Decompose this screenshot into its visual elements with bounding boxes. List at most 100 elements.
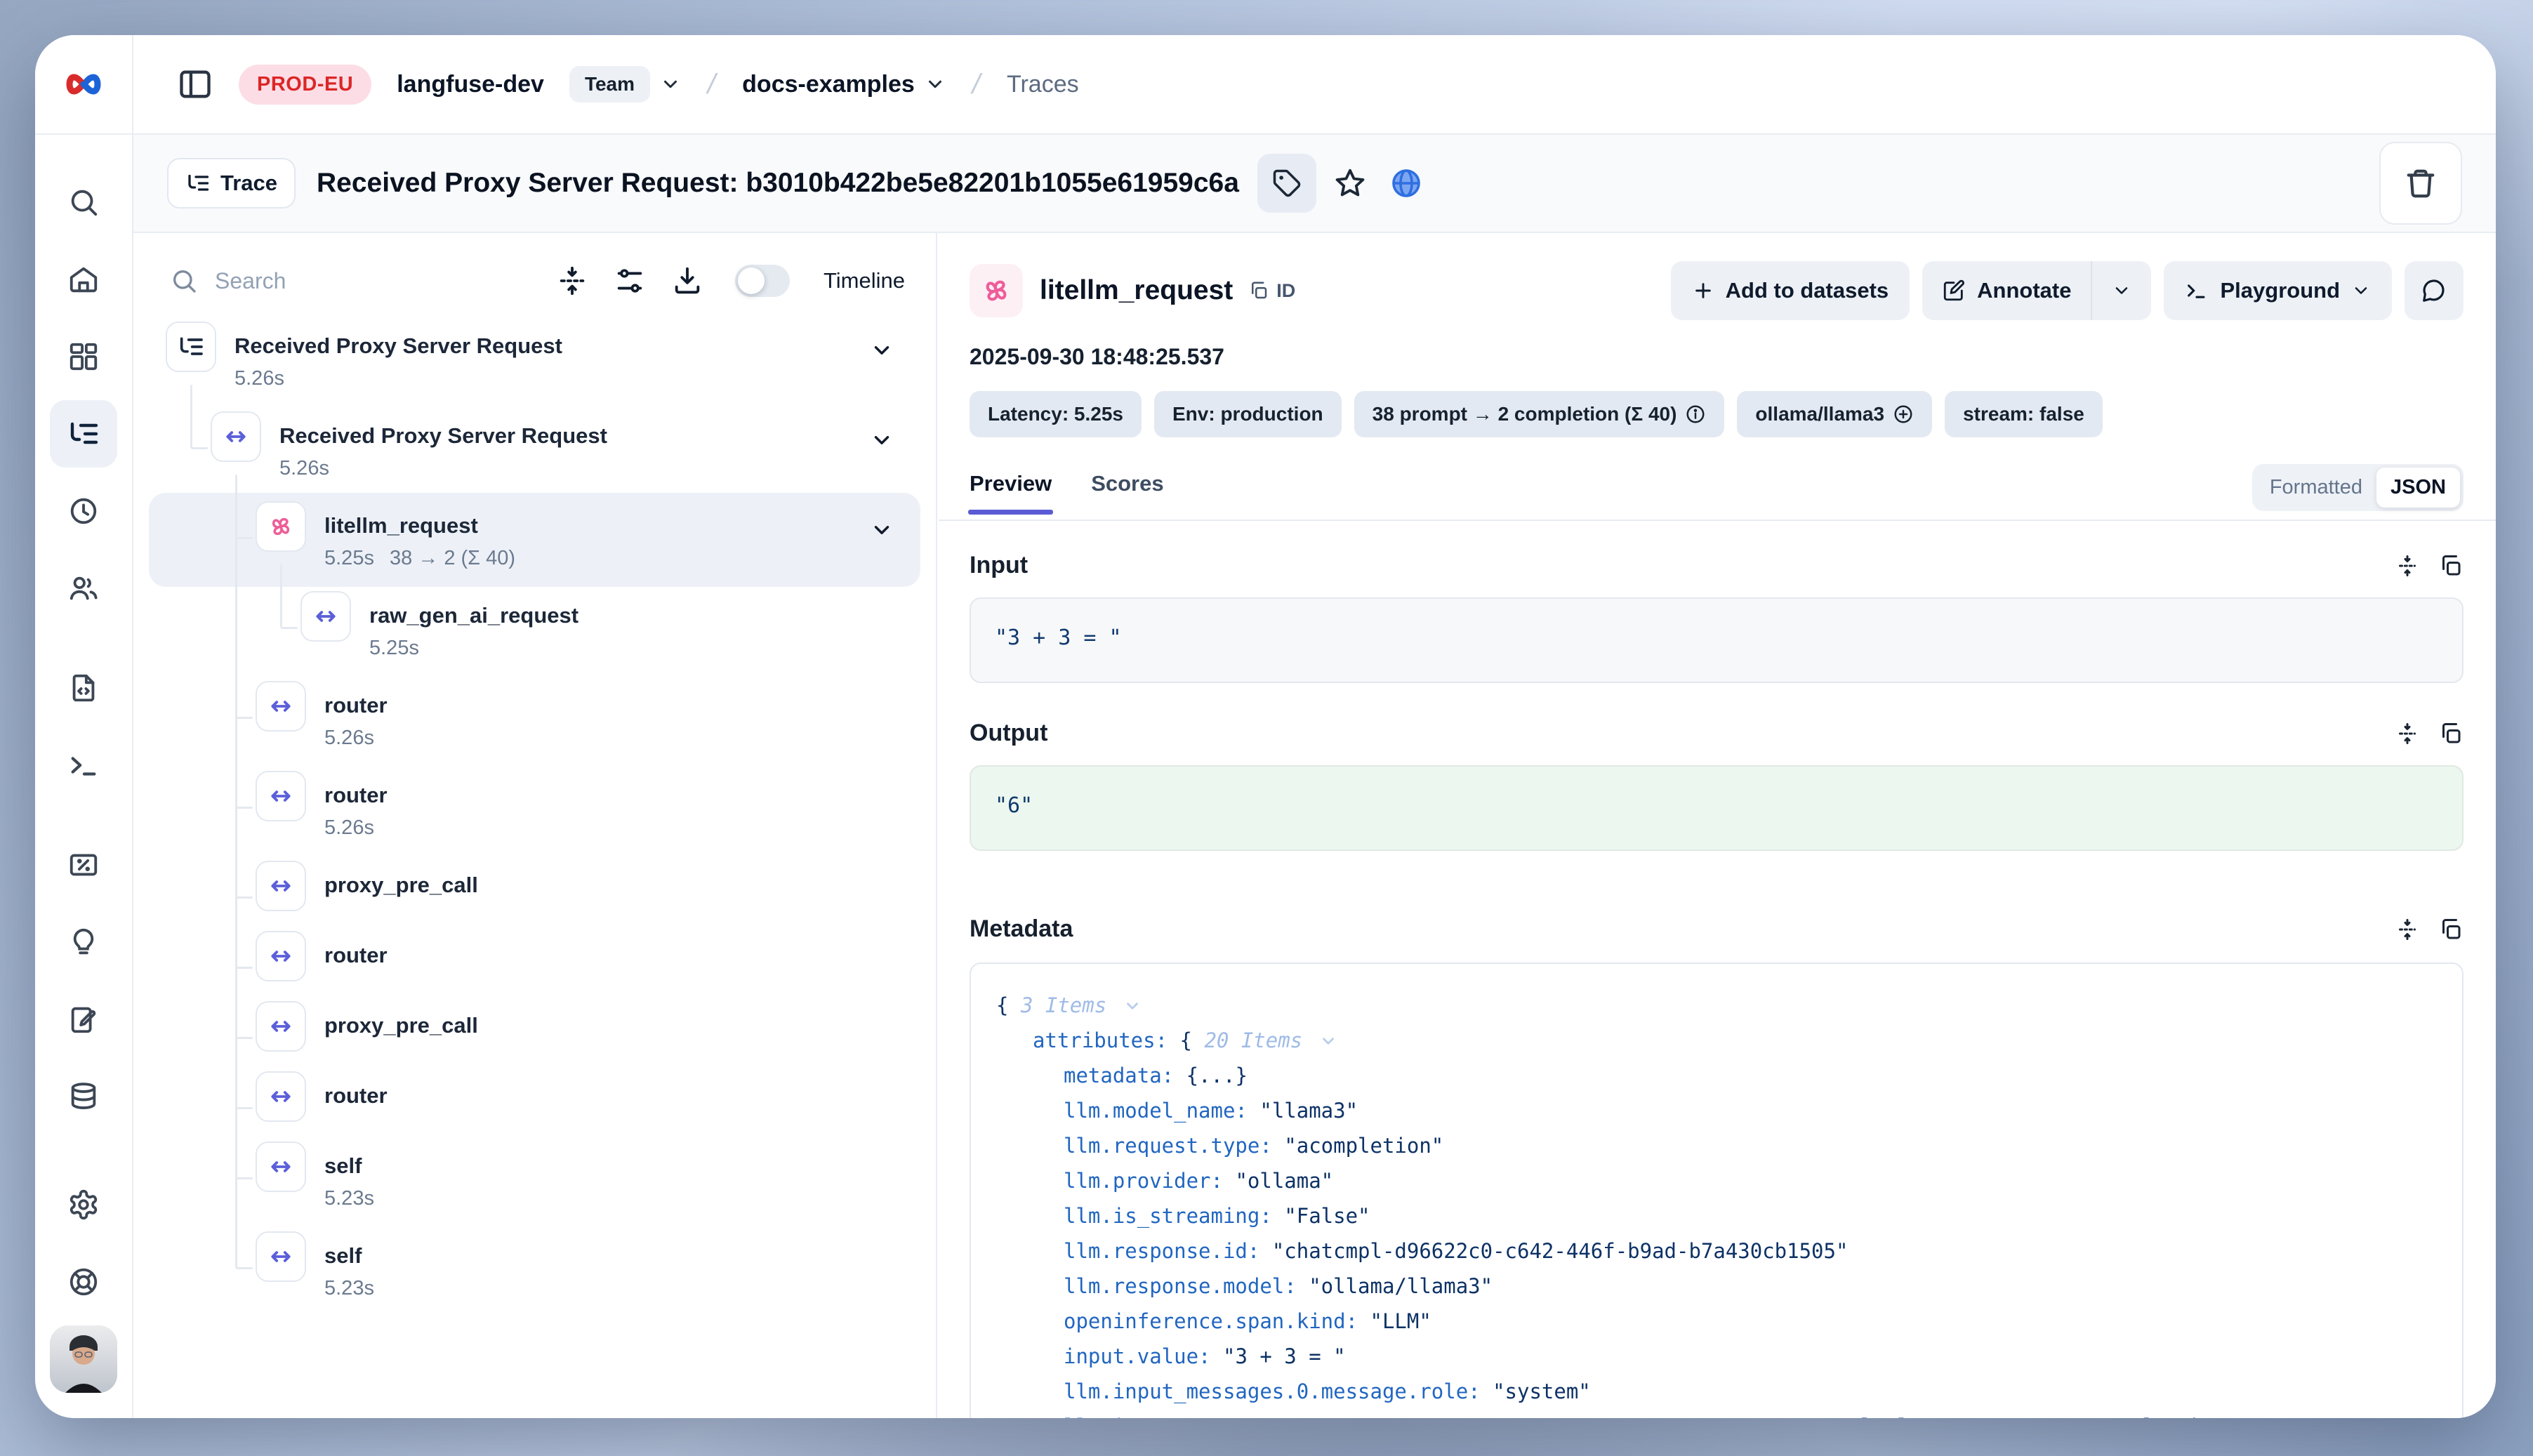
download-button[interactable] [669,263,706,299]
json-line: attributes: { 20 Items [996,1023,2437,1058]
sidebar-item-dashboards[interactable] [50,323,117,390]
langfuse-logo-icon[interactable] [64,65,103,104]
sidebar-item-home[interactable] [50,246,117,313]
input-section-header: Input [970,552,2463,579]
span-icon [256,1231,306,1282]
info-icon [1685,404,1706,425]
tree-toolbar: Search Timeline [133,233,936,320]
sidebar-item-settings[interactable] [50,1171,117,1238]
tree-node-duration: 5.26s [234,365,562,392]
annotate-dropdown-button[interactable] [2092,261,2151,320]
tag-button[interactable] [1257,154,1316,213]
user-avatar[interactable] [50,1325,117,1393]
trace-tree-node[interactable]: proxy_pre_call [133,1011,936,1052]
trace-tree-node[interactable]: router [133,1081,936,1122]
tab-scores[interactable]: Scores [1091,471,1163,515]
trace-tree-node[interactable]: litellm_request5.25s38 → 2 (Σ 40) [133,511,936,571]
copy-icon[interactable] [2438,721,2463,746]
output-value-box[interactable]: "6" [970,765,2463,851]
input-value-box[interactable]: "3 + 3 = " [970,597,2463,683]
span-icon [300,591,351,642]
collapse-section-icon[interactable] [2395,917,2420,942]
sidebar-item-playground-terminal[interactable] [50,732,117,799]
add-to-datasets-button[interactable]: Add to datasets [1671,261,1910,320]
sidebar-item-datasets[interactable] [50,1063,117,1130]
sidebar-item-users[interactable] [50,555,117,622]
playground-button[interactable]: Playground [2164,261,2392,320]
sidebar-item-evaluation[interactable] [50,831,117,899]
tree-node-duration: 5.26s [279,455,607,482]
observation-badge[interactable]: Env: production [1154,391,1342,437]
org-switcher[interactable]: Team [569,66,681,102]
copy-icon[interactable] [2438,917,2463,942]
tree-node-label: proxy_pre_call [324,871,478,900]
trace-type-chip: Trace [167,158,296,209]
copy-icon[interactable] [2438,553,2463,578]
trace-tree-node[interactable]: raw_gen_ai_request5.25s [133,601,936,661]
timeline-toggle-label: Timeline [824,268,905,293]
breadcrumb-separator: / [967,69,985,100]
formatted-option[interactable]: Formatted [2256,468,2376,508]
observation-badge[interactable]: stream: false [1945,391,2103,437]
collapse-section-icon[interactable] [2395,721,2420,746]
sidebar-toggle-icon[interactable] [177,66,213,102]
trace-tree-node[interactable]: self5.23s [133,1241,936,1302]
chevron-down-icon[interactable] [1123,997,1142,1015]
sidebar-item-search[interactable] [50,168,117,236]
trace-tree-node[interactable]: self5.23s [133,1151,936,1212]
annotate-button[interactable]: Annotate [1922,261,2091,320]
trace-title: Received Proxy Server Request: b3010b422… [317,168,1239,199]
observation-badge[interactable]: ollama/llama3 [1737,391,1932,437]
top-navbar: PROD-EU langfuse-dev Team / docs-example… [35,35,2496,135]
metadata-json-viewer[interactable]: { 3 Items attributes: { 20 Items metadat… [970,962,2463,1418]
collapse-section-icon[interactable] [2395,553,2420,578]
json-line: llm.request.type: "acompletion" [996,1128,2437,1163]
breadcrumb-current[interactable]: Traces [1007,71,1079,98]
observation-badges: Latency: 5.25s Env: production 38 prompt →… [970,391,2463,437]
trace-tree-node[interactable]: proxy_pre_call [133,871,936,911]
litellm-icon [256,501,306,552]
tree-node-label: proxy_pre_call [324,1011,478,1040]
comments-button[interactable] [2405,261,2463,320]
bookmark-star-button[interactable] [1328,161,1373,206]
trace-tree-node[interactable]: router5.26s [133,781,936,841]
tree-node-label: router [324,781,388,810]
public-share-button[interactable] [1384,161,1429,206]
sidebar-item-sessions[interactable] [50,477,117,545]
tab-preview[interactable]: Preview [970,471,1052,515]
org-name[interactable]: langfuse-dev [397,71,544,98]
copy-icon [1248,280,1269,301]
tree-node-duration: 5.23s [324,1275,374,1302]
span-icon [256,861,306,911]
search-icon [170,267,198,295]
span-icon [256,1071,306,1122]
trace-tree-node[interactable]: Received Proxy Server Request5.26s [133,331,936,392]
observation-badge[interactable]: Latency: 5.25s [970,391,1142,437]
sidebar-item-support[interactable] [50,1248,117,1316]
chevron-down-icon[interactable] [870,338,894,362]
sidebar-item-tracing[interactable] [50,400,117,468]
chevron-down-icon[interactable] [870,428,894,452]
chevron-down-icon[interactable] [870,518,894,542]
trace-tree-node[interactable]: router [133,941,936,981]
chevron-down-icon[interactable] [1319,1032,1337,1050]
output-section-header: Output [970,720,2463,747]
observation-badge[interactable]: 38 prompt → 2 completion (Σ 40) [1354,391,1725,437]
tree-settings-button[interactable] [611,263,648,299]
collapse-all-button[interactable] [554,263,590,299]
tree-node-label: raw_gen_ai_request [369,601,578,630]
metadata-section-header: Metadata [970,915,2463,943]
project-switcher[interactable]: docs-examples [742,71,946,98]
app-window: PROD-EU langfuse-dev Team / docs-example… [35,35,2496,1418]
trace-tree-node[interactable]: router5.26s [133,691,936,751]
sidebar-item-insights[interactable] [50,908,117,976]
copy-id-button[interactable]: ID [1248,280,1295,302]
trace-tree-node[interactable]: Received Proxy Server Request5.26s [133,421,936,482]
json-option[interactable]: JSON [2376,468,2460,508]
tree-search-input[interactable]: Search [170,267,533,295]
timeline-toggle[interactable] [735,265,790,297]
annotate-button-group: Annotate [1922,261,2151,320]
delete-trace-button[interactable] [2379,142,2462,225]
sidebar-item-prompts[interactable] [50,654,117,722]
sidebar-item-annotation[interactable] [50,986,117,1053]
